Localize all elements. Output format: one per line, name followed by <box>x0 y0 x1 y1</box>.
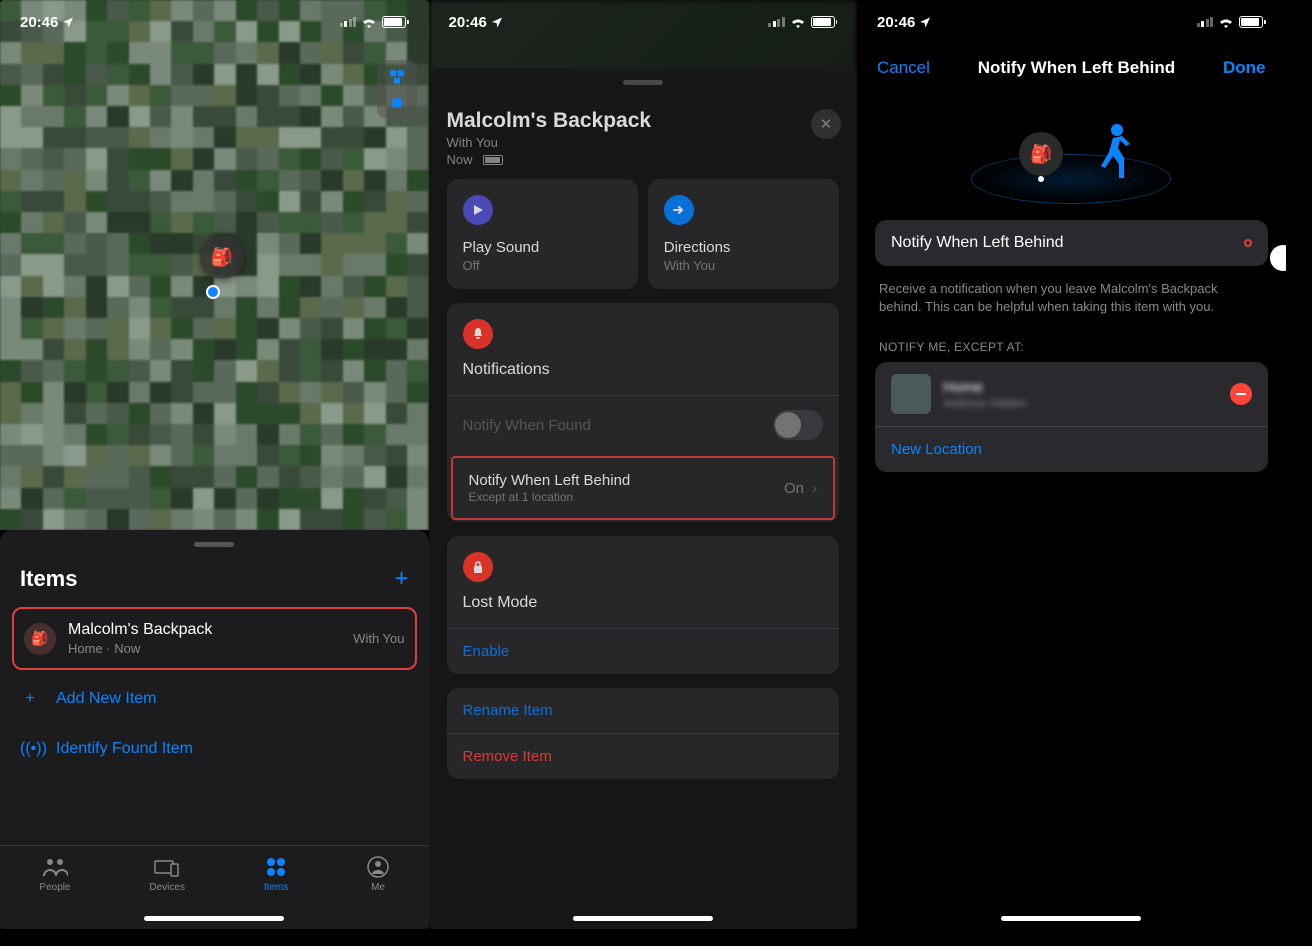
locate-icon[interactable] <box>390 96 404 110</box>
plus-icon: + <box>20 690 40 708</box>
location-arrow-icon <box>491 16 503 28</box>
status-bar: 20:46 <box>0 0 429 44</box>
hero-illustration: 🎒 <box>857 92 1286 212</box>
play-sound-card[interactable]: Play Sound Off <box>447 179 638 289</box>
tab-people[interactable]: People <box>39 854 70 929</box>
lock-icon <box>463 552 493 582</box>
chevron-right-icon: › <box>812 480 817 497</box>
walking-person-icon <box>1091 122 1131 194</box>
item-icon: 🎒 <box>24 623 56 655</box>
close-button[interactable]: ✕ <box>811 109 841 139</box>
item-map-marker[interactable]: 🎒 <box>200 235 244 279</box>
item-battery-icon <box>483 155 503 165</box>
phone-item-detail: 20:46 ✕ Malcolm's Backpack With You Now … <box>429 0 858 929</box>
wifi-icon <box>1218 16 1234 28</box>
enable-lost-mode-link[interactable]: Enable <box>447 628 840 674</box>
people-icon <box>42 854 68 880</box>
backpack-icon: 🎒 <box>1019 132 1063 176</box>
items-title: Items <box>20 566 77 592</box>
directions-card[interactable]: Directions With You <box>648 179 839 289</box>
item-detail-sheet: ✕ Malcolm's Backpack With You Now Play S… <box>429 68 858 929</box>
home-indicator[interactable] <box>144 916 284 921</box>
status-time: 20:46 <box>20 14 58 31</box>
battery-icon <box>811 16 838 28</box>
item-status: With You <box>353 631 404 646</box>
nav-title: Notify When Left Behind <box>978 58 1175 78</box>
exception-location-row[interactable]: Home Address hidden <box>875 362 1268 426</box>
wifi-icon <box>790 16 806 28</box>
except-header: NOTIFY ME, EXCEPT AT: <box>857 322 1286 362</box>
battery-icon <box>1239 16 1266 28</box>
signal-icon <box>340 17 357 27</box>
backpack-icon: 🎒 <box>211 247 233 268</box>
signal-icon <box>1197 17 1214 27</box>
delete-location-button[interactable] <box>1230 383 1252 405</box>
item-name: Malcolm's Backpack <box>68 621 341 639</box>
nav-bar: Cancel Notify When Left Behind Done <box>857 44 1286 92</box>
notify-when-found-row: Notify When Found <box>447 395 840 454</box>
toggle-label: Notify When Left Behind <box>891 234 1064 252</box>
home-indicator[interactable] <box>573 916 713 921</box>
notify-left-behind-row[interactable]: Notify When Left Behind Except at 1 loca… <box>451 456 836 520</box>
sheet-grabber[interactable] <box>623 80 663 85</box>
directions-icon <box>664 195 694 225</box>
location-arrow-icon <box>62 16 74 28</box>
help-text: Receive a notification when you leave Ma… <box>857 274 1286 322</box>
location-thumbnail <box>891 374 931 414</box>
done-button[interactable]: Done <box>1223 58 1266 78</box>
bell-icon <box>463 319 493 349</box>
new-location-link[interactable]: New Location <box>875 426 1268 472</box>
current-location-dot <box>206 285 220 299</box>
notifications-section: Notifications Notify When Found Notify W… <box>447 303 840 522</box>
phone-notify-settings: 20:46 Cancel Notify When Left Behind Don… <box>857 0 1286 929</box>
home-indicator[interactable] <box>1001 916 1141 921</box>
lost-mode-section: Lost Mode Enable <box>447 536 840 674</box>
item-actions-section: Rename Item Remove Item <box>447 688 840 779</box>
identify-found-item-link[interactable]: ((•)) Identify Found Item <box>0 724 429 774</box>
map-view[interactable]: 🎒 <box>0 0 429 530</box>
signal-icon <box>768 17 785 27</box>
status-bar: 20:46 <box>857 0 1286 44</box>
notify-toggle-row: Notify When Left Behind <box>875 220 1268 266</box>
rename-item-link[interactable]: Rename Item <box>447 688 840 733</box>
item-row[interactable]: 🎒 Malcolm's Backpack Home · Now With You <box>12 607 417 670</box>
wifi-icon <box>361 16 377 28</box>
phone-items-list: 🎒 20:46 Items + 🎒 Malcolm's Backpack Hom… <box>0 0 429 929</box>
map-mode-icon[interactable] <box>388 68 406 86</box>
add-new-item-link[interactable]: + Add New Item <box>0 674 429 724</box>
play-icon <box>463 195 493 225</box>
status-time: 20:46 <box>449 14 487 31</box>
map-controls <box>377 60 417 118</box>
items-panel: Items + 🎒 Malcolm's Backpack Home · Now … <box>0 530 429 929</box>
location-arrow-icon <box>919 16 931 28</box>
status-time: 20:46 <box>877 14 915 31</box>
radar-icon: ((•)) <box>20 740 40 758</box>
tab-me[interactable]: Me <box>367 854 389 929</box>
remove-item-link[interactable]: Remove Item <box>447 733 840 779</box>
add-icon[interactable]: + <box>394 565 408 593</box>
cancel-button[interactable]: Cancel <box>877 58 930 78</box>
sheet-grabber[interactable] <box>194 542 234 547</box>
item-title: Malcolm's Backpack <box>447 109 840 133</box>
me-icon <box>367 854 389 880</box>
items-icon <box>265 854 287 880</box>
notify-found-toggle <box>773 410 823 440</box>
devices-icon <box>153 854 181 880</box>
status-bar: 20:46 <box>429 0 858 44</box>
item-sub: Home · Now <box>68 641 341 656</box>
battery-icon <box>382 16 409 28</box>
